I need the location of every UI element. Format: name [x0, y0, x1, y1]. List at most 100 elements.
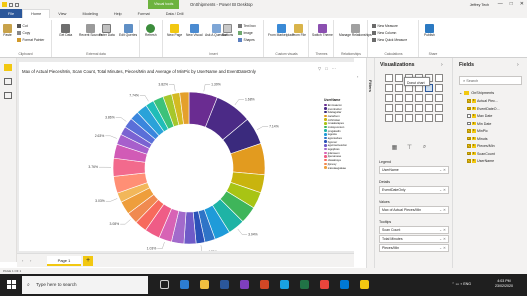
visual-type-icon[interactable] — [435, 104, 443, 112]
visual-type-icon[interactable] — [435, 74, 443, 82]
visual-type-icon[interactable] — [415, 114, 423, 122]
skype-icon[interactable] — [280, 280, 289, 289]
new-visual-button[interactable]: New Visual — [186, 24, 202, 38]
publish-button[interactable]: Publish — [424, 24, 435, 38]
field-checkbox[interactable]: ✓ — [467, 129, 471, 133]
chrome-icon[interactable] — [320, 280, 329, 289]
tab-file[interactable]: File — [0, 9, 23, 18]
fields-search-input[interactable]: ⌕ Search — [459, 76, 522, 85]
field-item[interactable]: Σ Min Date — [467, 122, 491, 126]
visual-type-icon[interactable] — [405, 114, 413, 122]
remove-field-icon[interactable]: ⌄ ✕ — [439, 188, 446, 192]
field-checkbox[interactable]: ✓ — [467, 106, 471, 111]
visual-type-icon[interactable] — [385, 104, 393, 112]
clock[interactable]: 4:03 PM 23/02/2020 — [495, 279, 513, 289]
visual-type-icon[interactable] — [385, 84, 393, 92]
field-item[interactable]: ✓ Σ MinPic — [467, 129, 488, 133]
tab-format[interactable]: Format — [130, 10, 158, 18]
model-view-icon[interactable] — [4, 92, 12, 99]
buttons-button[interactable]: Buttons — [222, 24, 233, 38]
file-explorer-icon[interactable] — [200, 280, 209, 289]
visual-type-icon[interactable] — [435, 84, 443, 92]
field-item[interactable]: ✓ Σ EventDateO... — [467, 107, 500, 111]
tab-home[interactable]: Home — [22, 9, 51, 18]
remove-field-icon[interactable]: ⌄ ✕ — [439, 237, 446, 241]
visual-type-icon[interactable] — [385, 74, 393, 82]
format-painter-button[interactable]: Format Painter — [17, 38, 44, 42]
visual-type-icon[interactable] — [405, 104, 413, 112]
task-view-icon[interactable] — [160, 280, 169, 289]
filters-pane-collapsed[interactable]: Filters — [366, 58, 375, 268]
power-bi-taskbar-icon[interactable] — [360, 280, 369, 289]
windows-start-icon[interactable] — [7, 280, 16, 289]
visual-type-icon[interactable] — [415, 94, 423, 102]
minimize-button[interactable]: — — [498, 1, 503, 7]
field-checkbox[interactable] — [467, 114, 471, 118]
enter-data-button[interactable]: Enter Data — [99, 24, 115, 38]
visual-type-icon[interactable] — [425, 94, 433, 102]
field-checkbox[interactable]: ✓ — [467, 159, 471, 163]
tooltips-field-pieces-min[interactable]: Pieces/Min ⌄ ✕ — [379, 243, 449, 252]
visual-type-icon[interactable] — [395, 84, 403, 92]
user-name[interactable]: Jeffrey Tech — [470, 3, 489, 7]
manage-relationships-button[interactable]: Manage Relationships — [339, 24, 372, 38]
page-tab-page-1[interactable]: Page 1 — [47, 256, 81, 266]
tab-data-drill[interactable]: Data / Drill — [158, 10, 192, 18]
visual-type-icon[interactable] — [385, 114, 393, 122]
excel-icon[interactable] — [300, 280, 309, 289]
powerpoint-icon[interactable] — [260, 280, 269, 289]
visual-type-icon[interactable] — [425, 104, 433, 112]
visual-type-icon[interactable] — [425, 114, 433, 122]
maximize-button[interactable]: □ — [510, 1, 513, 7]
text-box-button[interactable]: Text box — [238, 24, 256, 28]
chevron-right-icon[interactable]: › — [441, 62, 443, 68]
close-button[interactable]: ✕ — [520, 1, 524, 7]
switch-theme-button[interactable]: Switch Theme — [312, 24, 333, 38]
undo-icon[interactable] — [15, 2, 19, 7]
word-icon[interactable] — [220, 280, 229, 289]
system-tray-icons[interactable]: ⌃ ▭ ◖ ENG — [452, 282, 471, 286]
visual-type-icon[interactable] — [385, 94, 393, 102]
from-file-button[interactable]: From File — [292, 24, 306, 38]
new-quick-measure-button[interactable]: New Quick Measure — [372, 38, 407, 42]
tooltips-field-total-minutes[interactable]: Total Minutes ⌄ ✕ — [379, 234, 449, 243]
field-item[interactable]: ✓ Σ Pieces/Min — [467, 144, 495, 148]
format-paint-roller-icon[interactable]: ⊤ — [406, 144, 413, 151]
field-item[interactable]: ✓ Σ Minuts — [467, 137, 488, 141]
remove-field-icon[interactable]: ⌄ ✕ — [439, 208, 446, 212]
chevron-left-icon[interactable]: ‹ — [357, 74, 358, 79]
analytics-magnifier-icon[interactable]: ⌕ — [421, 144, 428, 151]
visual-type-icon[interactable] — [395, 94, 403, 102]
cut-button[interactable]: Cut — [17, 24, 28, 28]
remove-field-icon[interactable]: ⌄ ✕ — [439, 246, 446, 250]
tab-help[interactable]: Help — [106, 10, 130, 18]
legend-item[interactable]: icaretaegaleae — [324, 166, 347, 170]
get-data-button[interactable]: Get Data — [59, 24, 72, 38]
edit-queries-button[interactable]: Edit Queries — [119, 24, 137, 38]
tab-view[interactable]: View — [50, 10, 74, 18]
field-item[interactable]: Σ Max Date — [467, 114, 492, 118]
outlook-icon[interactable] — [340, 280, 349, 289]
visual-type-icon[interactable] — [395, 74, 403, 82]
fields-well-tab-icon[interactable]: ▦ — [391, 144, 398, 151]
details-field[interactable]: EventDateOnly ⌄ ✕ — [379, 185, 449, 194]
chevron-down-icon[interactable]: ⌄ — [459, 90, 462, 95]
image-button[interactable]: Image — [238, 31, 253, 35]
values-field[interactable]: Max of Actual Pieces/Min ⌄ ✕ — [379, 205, 449, 214]
next-page-icon[interactable]: › — [30, 258, 31, 263]
add-page-button[interactable]: + — [83, 256, 93, 266]
save-icon[interactable] — [9, 2, 13, 7]
from-marketplace-button[interactable]: From Marketplace — [268, 24, 295, 38]
report-view-icon[interactable] — [4, 64, 12, 71]
edge-browser-icon[interactable] — [180, 280, 189, 289]
data-view-icon[interactable] — [4, 78, 12, 85]
remove-field-icon[interactable]: ⌄ ✕ — [439, 168, 446, 172]
visual-type-icon[interactable] — [435, 114, 443, 122]
paste-button[interactable]: Paste — [3, 24, 12, 38]
field-item[interactable]: ✓ Σ ScanCount — [467, 152, 495, 156]
refresh-button[interactable]: Refresh — [145, 24, 157, 38]
field-item[interactable]: ✓ Σ Actual Piec... — [467, 99, 498, 103]
chevron-right-icon[interactable]: › — [517, 62, 519, 68]
tab-modeling[interactable]: Modeling — [74, 10, 105, 18]
shapes-button[interactable]: Shapes — [238, 38, 255, 42]
